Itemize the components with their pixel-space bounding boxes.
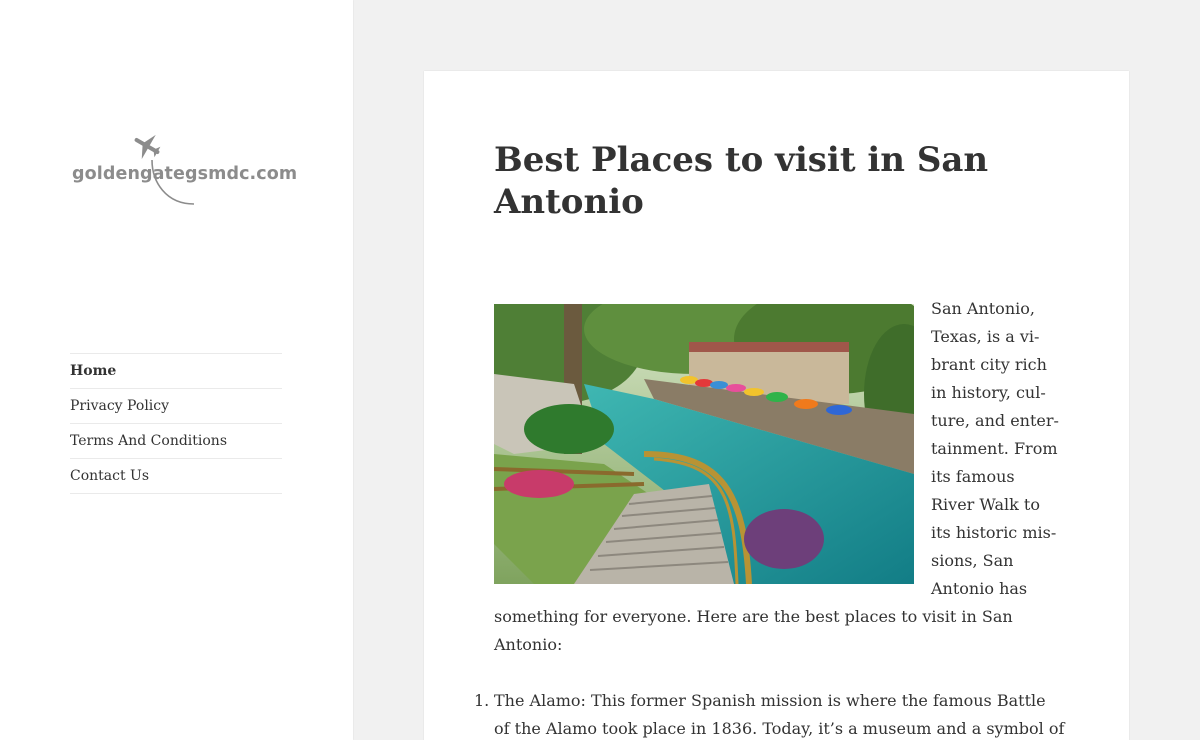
- intro-side-line: Texas, is a vi-: [931, 327, 1040, 346]
- site-logo[interactable]: goldengategsmdc.com: [70, 126, 297, 208]
- nav-item-contact-us[interactable]: Contact Us: [70, 459, 282, 494]
- intro-side-line: ture, and enter-: [931, 411, 1059, 430]
- main-navigation: Home Privacy Policy Terms And Conditions…: [70, 353, 282, 494]
- intro-paragraph-side: San Antonio, Texas, is a vi- brant city …: [931, 295, 1066, 603]
- article-title[interactable]: Best Places to visit in San Antonio: [494, 139, 1014, 223]
- list-item-line: The Alamo: This former Spanish mission i…: [494, 691, 1046, 710]
- list-item-line: of the Alamo took place in 1836. Today, …: [494, 719, 1065, 738]
- intro-wide-line: something for everyone. Here are the bes…: [494, 607, 1013, 626]
- list-item-number: 1.: [474, 691, 490, 710]
- intro-side-line: sions, San: [931, 551, 1014, 570]
- nav-item-terms-and-conditions[interactable]: Terms And Conditions: [70, 424, 282, 459]
- list-item: The Alamo: This former Spanish mission i…: [494, 687, 1064, 740]
- intro-wide-line: Antonio:: [494, 635, 563, 654]
- intro-side-line: brant city rich: [931, 355, 1047, 374]
- intro-side-line: in history, cul-: [931, 383, 1046, 402]
- article-card: Best Places to visit in San Antonio San …: [424, 71, 1129, 740]
- intro-side-line: tainment. From: [931, 439, 1058, 458]
- intro-side-line: its historic mis-: [931, 523, 1057, 542]
- intro-side-line: its famous: [931, 467, 1015, 486]
- intro-paragraph-wide: something for everyone. Here are the bes…: [494, 603, 1064, 659]
- featured-image: [494, 304, 914, 584]
- nav-item-home[interactable]: Home: [70, 354, 282, 389]
- nav-item-privacy-policy[interactable]: Privacy Policy: [70, 389, 282, 424]
- logo-text: goldengategsmdc.com: [72, 164, 298, 184]
- sidebar: goldengategsmdc.com Home Privacy Policy …: [0, 0, 353, 740]
- intro-side-line: River Walk to: [931, 495, 1040, 514]
- intro-side-line: San Antonio,: [931, 299, 1035, 318]
- intro-side-line: Antonio has: [931, 579, 1028, 598]
